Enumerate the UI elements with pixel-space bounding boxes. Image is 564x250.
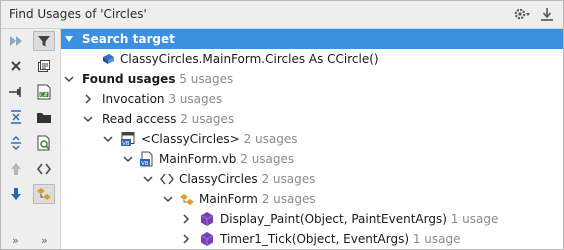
group-by-type-icon[interactable] bbox=[33, 184, 55, 204]
tree-node-file[interactable]: VB MainForm.vb 2 usages bbox=[61, 149, 563, 169]
method-label: Timer1_Tick(Object, EventArgs) bbox=[220, 232, 410, 246]
namespace-icon[interactable] bbox=[33, 159, 55, 179]
tree-node-class[interactable]: MainForm 2 usages bbox=[61, 189, 563, 209]
namespace-label: ClassyCircles bbox=[179, 172, 258, 186]
vb-project-icon: VB bbox=[121, 132, 135, 147]
read-access-label: Read access bbox=[102, 112, 177, 126]
svg-text:VB: VB bbox=[141, 161, 149, 167]
tree-node-method-display-paint[interactable]: Display_Paint(Object, PaintEventArgs) 1 … bbox=[61, 209, 563, 229]
window-title: Find Usages of 'Circles' bbox=[9, 7, 147, 21]
svg-text:VB: VB bbox=[122, 141, 130, 147]
chevron-down-icon[interactable] bbox=[122, 153, 134, 165]
tree-node-read-access[interactable]: Read access 2 usages bbox=[61, 109, 563, 129]
tree-node-found-usages[interactable]: Found usages 5 usages bbox=[61, 69, 563, 89]
csharp-file-icon[interactable]: C# bbox=[33, 82, 55, 102]
more-left-icon[interactable]: » bbox=[12, 234, 19, 247]
usage-count: 2 usages bbox=[243, 132, 298, 146]
class-icon bbox=[180, 194, 194, 205]
vb-file-icon: VB bbox=[140, 151, 153, 167]
tree-node-method-timer-tick[interactable]: Timer1_Tick(Object, EventArgs) 1 usage bbox=[61, 229, 563, 249]
gear-icon[interactable] bbox=[513, 6, 531, 22]
file-search-icon[interactable] bbox=[33, 133, 55, 153]
file-label: MainForm.vb bbox=[159, 152, 237, 166]
chevron-down-icon[interactable] bbox=[142, 173, 154, 185]
find-usages-window: Find Usages of 'Circles' C# » » Search t… bbox=[0, 0, 564, 250]
usage-count: 3 usages bbox=[168, 92, 223, 106]
collapse-all-icon[interactable] bbox=[5, 107, 27, 127]
chevron-right-icon[interactable] bbox=[82, 93, 94, 105]
close-icon[interactable] bbox=[5, 56, 27, 76]
tree-node-project[interactable]: VB <ClassyCircles> 2 usages bbox=[61, 129, 563, 149]
tree-node-search-target[interactable]: Search target bbox=[61, 29, 563, 49]
project-label: <ClassyCircles> bbox=[141, 132, 240, 146]
usage-count: 5 usages bbox=[179, 72, 234, 86]
title-bar: Find Usages of 'Circles' bbox=[1, 1, 563, 29]
folder-icon[interactable] bbox=[33, 107, 55, 127]
chevron-down-icon[interactable] bbox=[82, 113, 94, 125]
usage-count: 2 usages bbox=[261, 172, 316, 186]
pin-icon[interactable] bbox=[539, 6, 555, 22]
field-icon bbox=[103, 54, 114, 64]
namespace-icon bbox=[160, 173, 174, 185]
target-item-label: ClassyCircles.MainForm.Circles As CCircl… bbox=[120, 52, 379, 66]
preview-icon[interactable] bbox=[33, 56, 55, 76]
usages-tree: Search target ClassyCircles.MainForm.Cir… bbox=[61, 29, 563, 249]
usage-count: 2 usages bbox=[261, 192, 316, 206]
next-icon[interactable] bbox=[5, 184, 27, 204]
invocation-label: Invocation bbox=[102, 92, 165, 106]
found-usages-label: Found usages bbox=[82, 72, 176, 86]
pin-tab-icon[interactable] bbox=[5, 82, 27, 102]
expand-icon[interactable] bbox=[5, 133, 27, 153]
method-label: Display_Paint(Object, PaintEventArgs) bbox=[220, 212, 447, 226]
left-toolbar: C# » » bbox=[1, 29, 61, 249]
chevron-down-icon[interactable] bbox=[63, 33, 75, 45]
filter-icon[interactable] bbox=[33, 31, 55, 51]
usage-count: 1 usage bbox=[412, 232, 461, 246]
chevron-right-icon[interactable] bbox=[180, 233, 192, 245]
usage-count: 1 usage bbox=[450, 212, 499, 226]
usage-count: 2 usages bbox=[240, 152, 295, 166]
tree-node-namespace[interactable]: ClassyCircles 2 usages bbox=[61, 169, 563, 189]
usage-count: 2 usages bbox=[180, 112, 235, 126]
tree-node-invocation[interactable]: Invocation 3 usages bbox=[61, 89, 563, 109]
method-icon bbox=[200, 212, 214, 226]
more-right-icon[interactable]: » bbox=[41, 234, 48, 247]
previous-icon[interactable] bbox=[5, 159, 27, 179]
class-label: MainForm bbox=[199, 192, 258, 206]
chevron-down-icon[interactable] bbox=[63, 73, 75, 85]
expand-all-icon[interactable] bbox=[5, 31, 27, 51]
chevron-right-icon[interactable] bbox=[180, 213, 192, 225]
svg-text:C#: C# bbox=[40, 92, 48, 98]
chevron-down-icon[interactable] bbox=[102, 133, 114, 145]
tree-node-target-item[interactable]: ClassyCircles.MainForm.Circles As CCircl… bbox=[61, 49, 563, 69]
method-icon bbox=[200, 232, 214, 246]
chevron-down-icon[interactable] bbox=[162, 193, 174, 205]
search-target-label: Search target bbox=[82, 32, 175, 46]
